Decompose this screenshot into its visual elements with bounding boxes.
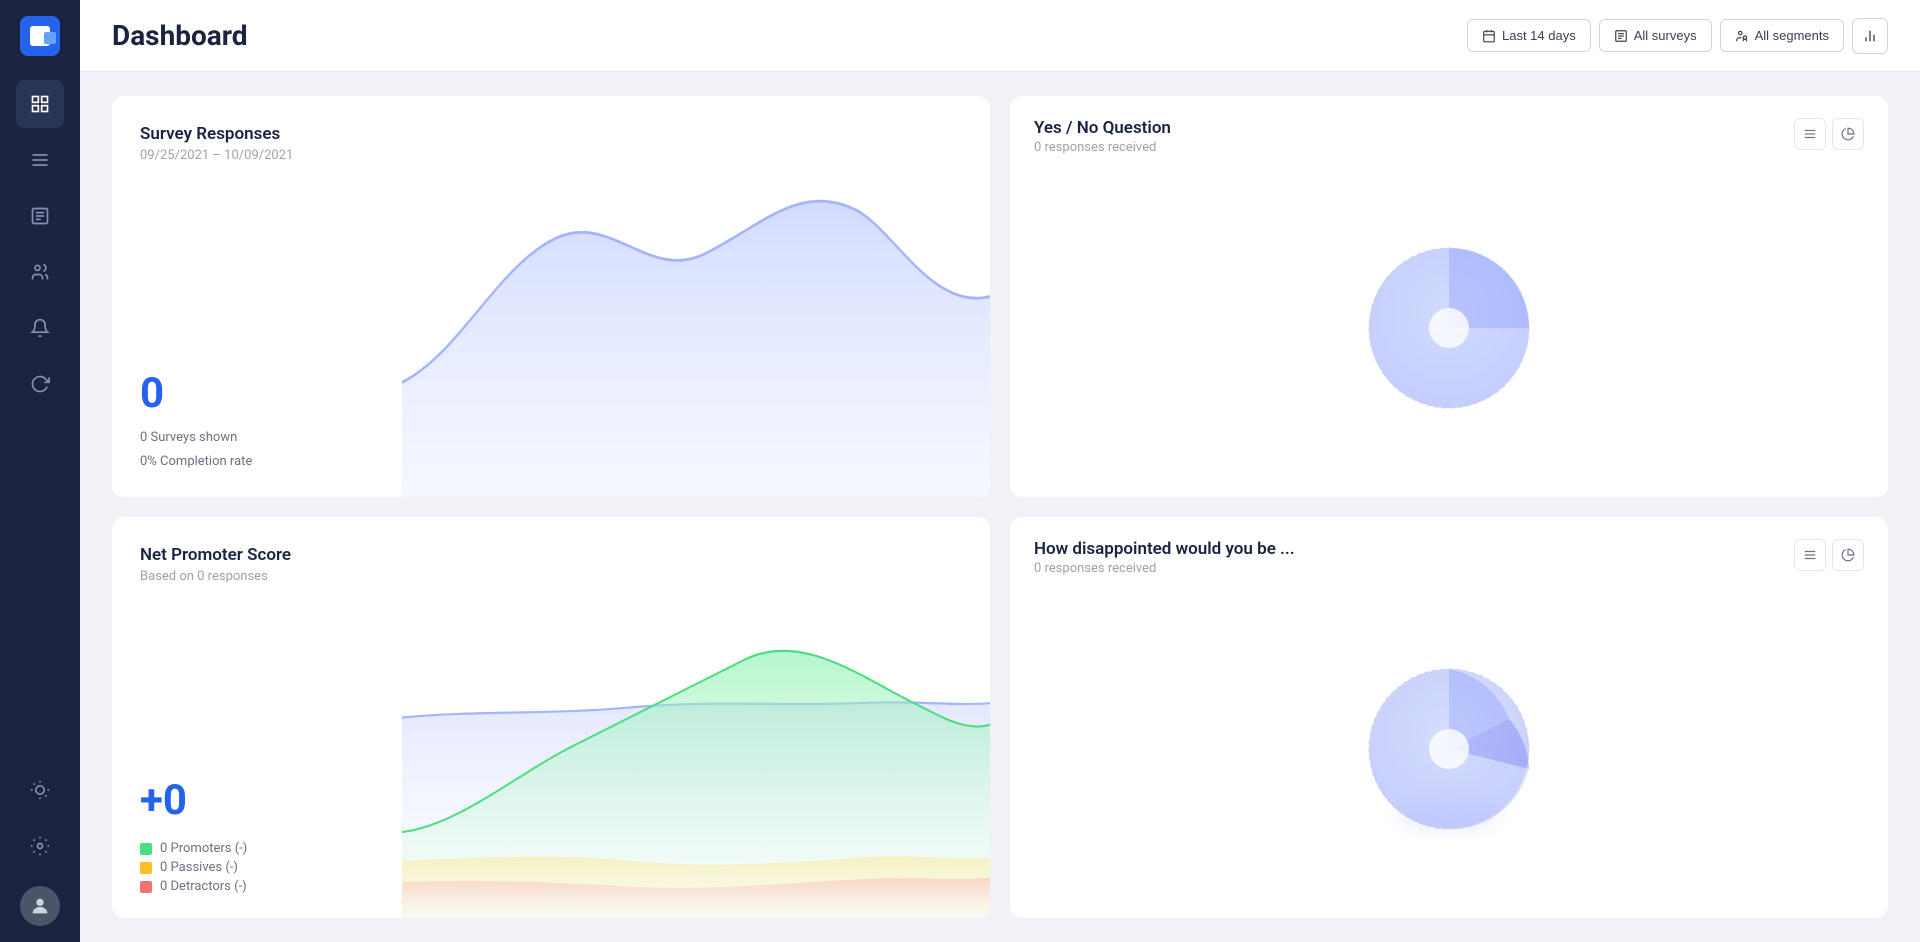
nps-promoters-item: 0 Promoters (-) <box>140 841 374 856</box>
header: Dashboard Last 14 days All surveys All <box>80 0 1920 72</box>
yes-no-card: Yes / No Question 0 responses received <box>1010 96 1888 497</box>
disappointed-chart-area <box>1010 588 1888 918</box>
sidebar-item-notifications[interactable] <box>16 304 64 352</box>
survey-area-chart <box>402 96 990 497</box>
yes-no-chart-area <box>1010 167 1888 497</box>
passives-dot <box>140 862 152 874</box>
disappointed-card: How disappointed would you be ... 0 resp… <box>1010 517 1888 918</box>
nps-detractors-item: 0 Detractors (-) <box>140 879 374 894</box>
survey-responses-card: Survey Responses 09/25/2021 – 10/09/2021… <box>112 96 990 497</box>
header-controls: Last 14 days All surveys All segments <box>1467 18 1888 54</box>
nps-area-chart <box>402 517 990 918</box>
disappointed-subtitle: 0 responses received <box>1034 561 1295 576</box>
yes-no-list-button[interactable] <box>1794 118 1826 150</box>
pie-chart-icon-2 <box>1841 548 1855 562</box>
pie-chart-icon <box>1841 127 1855 141</box>
segments-icon <box>1735 29 1749 43</box>
nps-score: 0 <box>140 776 374 825</box>
analytics-button[interactable] <box>1852 18 1888 54</box>
list-icon <box>1803 127 1817 141</box>
survey-responses-title: Survey Responses <box>140 124 374 144</box>
disappointed-actions <box>1794 539 1864 571</box>
survey-responses-date: 09/25/2021 – 10/09/2021 <box>140 148 374 163</box>
sidebar-item-lightbulb[interactable] <box>16 766 64 814</box>
main-content: Dashboard Last 14 days All surveys All <box>80 0 1920 942</box>
promoters-dot <box>140 843 152 855</box>
passives-label: 0 Passives (-) <box>160 860 238 875</box>
sidebar-item-users[interactable] <box>16 248 64 296</box>
survey-responses-chart <box>402 96 990 497</box>
sidebar-item-refresh[interactable] <box>16 360 64 408</box>
nps-passives-item: 0 Passives (-) <box>140 860 374 875</box>
surveys-button[interactable]: All surveys <box>1599 19 1712 52</box>
sidebar-item-dashboard[interactable] <box>16 80 64 128</box>
surveys-icon <box>1614 29 1628 43</box>
user-avatar[interactable] <box>20 886 60 926</box>
bar-chart-icon <box>1862 28 1878 44</box>
nps-title: Net Promoter Score <box>140 545 374 565</box>
nps-subtitle: Based on 0 responses <box>140 569 374 584</box>
calendar-icon <box>1482 29 1496 43</box>
detractors-label: 0 Detractors (-) <box>160 879 247 894</box>
promoters-label: 0 Promoters (-) <box>160 841 247 856</box>
yes-no-title-group: Yes / No Question 0 responses received <box>1034 118 1171 155</box>
nps-chart <box>402 517 990 918</box>
sidebar-item-reports[interactable] <box>16 192 64 240</box>
disappointed-title-group: How disappointed would you be ... 0 resp… <box>1034 539 1295 576</box>
sidebar <box>0 0 80 942</box>
dashboard-content: Survey Responses 09/25/2021 – 10/09/2021… <box>80 72 1920 942</box>
survey-responses-count: 0 <box>140 369 374 418</box>
disappointed-pie-chart <box>1359 659 1539 839</box>
nps-card: Net Promoter Score Based on 0 responses … <box>112 517 990 918</box>
sidebar-item-menu[interactable] <box>16 136 64 184</box>
app-logo[interactable] <box>20 16 60 56</box>
yes-no-actions <box>1794 118 1864 150</box>
detractors-dot <box>140 881 152 893</box>
survey-responses-left: Survey Responses 09/25/2021 – 10/09/2021… <box>112 96 402 497</box>
survey-responses-stats: 0 Surveys shown 0% Completion rate <box>140 426 374 473</box>
list-icon-2 <box>1803 548 1817 562</box>
date-range-button[interactable]: Last 14 days <box>1467 19 1591 52</box>
segments-button[interactable]: All segments <box>1720 19 1844 52</box>
yes-no-title: Yes / No Question <box>1034 118 1171 138</box>
nps-left: Net Promoter Score Based on 0 responses … <box>112 517 402 918</box>
yes-no-chart-button[interactable] <box>1832 118 1864 150</box>
disappointed-header: How disappointed would you be ... 0 resp… <box>1010 517 1888 588</box>
yes-no-header: Yes / No Question 0 responses received <box>1010 96 1888 167</box>
disappointed-title: How disappointed would you be ... <box>1034 539 1295 559</box>
disappointed-chart-button[interactable] <box>1832 539 1864 571</box>
nps-legend: 0 Promoters (-) 0 Passives (-) 0 Detract… <box>140 841 374 894</box>
disappointed-list-button[interactable] <box>1794 539 1826 571</box>
yes-no-subtitle: 0 responses received <box>1034 140 1171 155</box>
page-title: Dashboard <box>112 19 1467 52</box>
sidebar-item-settings[interactable] <box>16 822 64 870</box>
yes-no-pie-chart <box>1359 238 1539 418</box>
